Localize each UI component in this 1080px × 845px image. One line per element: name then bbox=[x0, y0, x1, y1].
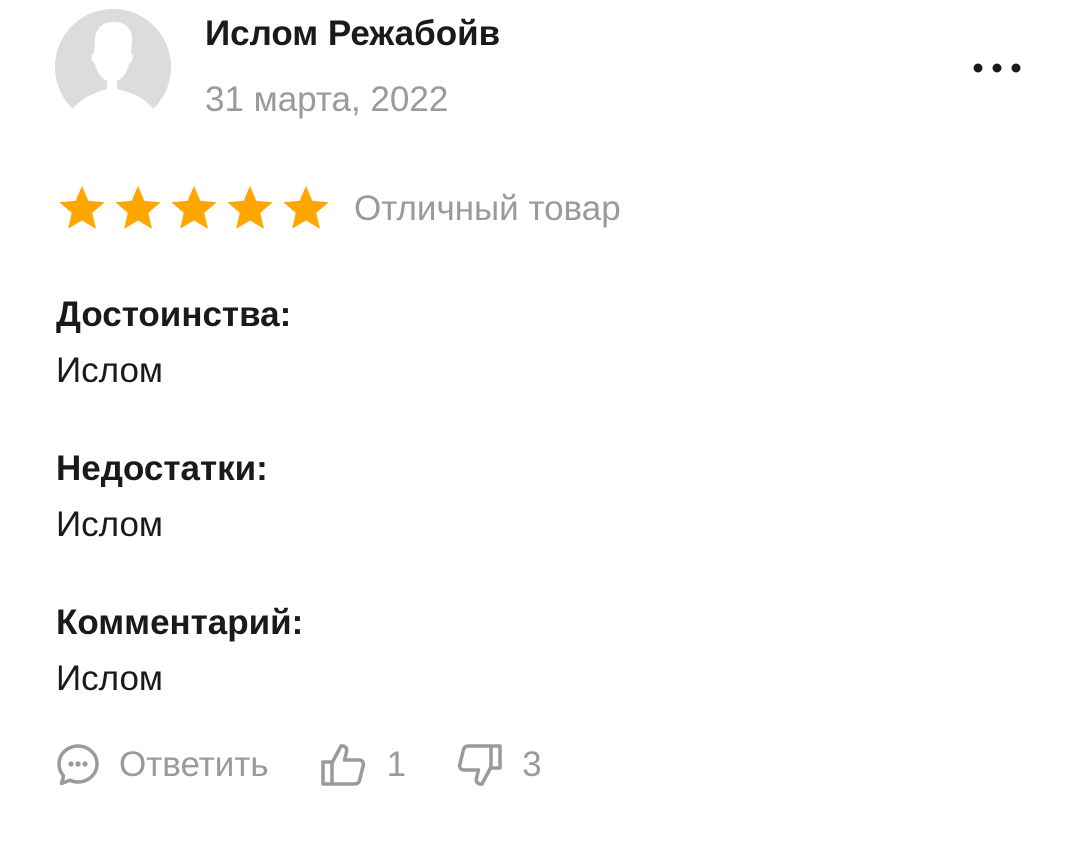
like-button[interactable]: 1 bbox=[319, 741, 406, 789]
review-actions: Ответить 1 3 bbox=[55, 738, 542, 792]
star-icon bbox=[56, 183, 108, 235]
star-icon bbox=[224, 183, 276, 235]
rating-row: Отличный товар bbox=[56, 183, 621, 235]
avatar[interactable] bbox=[55, 9, 171, 125]
more-options-button[interactable] bbox=[968, 50, 1028, 86]
comment-section: Комментарий: Ислом bbox=[56, 595, 303, 707]
cons-section: Недостатки: Ислом bbox=[56, 441, 268, 553]
comment-icon bbox=[57, 744, 99, 786]
pros-text: Ислом bbox=[56, 351, 163, 390]
avatar-placeholder-icon bbox=[55, 9, 171, 125]
comment-text: Ислом bbox=[56, 659, 163, 698]
pros-section: Достоинства: Ислом bbox=[56, 287, 291, 399]
thumbs-down-icon bbox=[457, 744, 502, 786]
like-count: 1 bbox=[386, 745, 407, 784]
author-name[interactable]: Ислом Режабойв bbox=[205, 14, 500, 54]
rating-label: Отличный товар bbox=[354, 189, 621, 228]
star-icon bbox=[168, 183, 220, 235]
review-date: 31 марта, 2022 bbox=[205, 80, 449, 119]
rating-stars bbox=[56, 183, 332, 235]
star-icon bbox=[112, 183, 164, 235]
reply-label: Ответить bbox=[119, 745, 269, 784]
reply-button[interactable]: Ответить bbox=[55, 742, 269, 788]
pros-title: Достоинства: bbox=[56, 295, 292, 334]
more-dots-icon bbox=[973, 63, 1021, 73]
star-icon bbox=[280, 183, 332, 235]
cons-title: Недостатки: bbox=[56, 449, 268, 488]
dislike-button[interactable]: 3 bbox=[456, 741, 542, 789]
dislike-count: 3 bbox=[522, 745, 542, 784]
thumbs-up-icon bbox=[320, 744, 365, 786]
comment-title: Комментарий: bbox=[56, 603, 304, 642]
cons-text: Ислом bbox=[56, 505, 163, 544]
